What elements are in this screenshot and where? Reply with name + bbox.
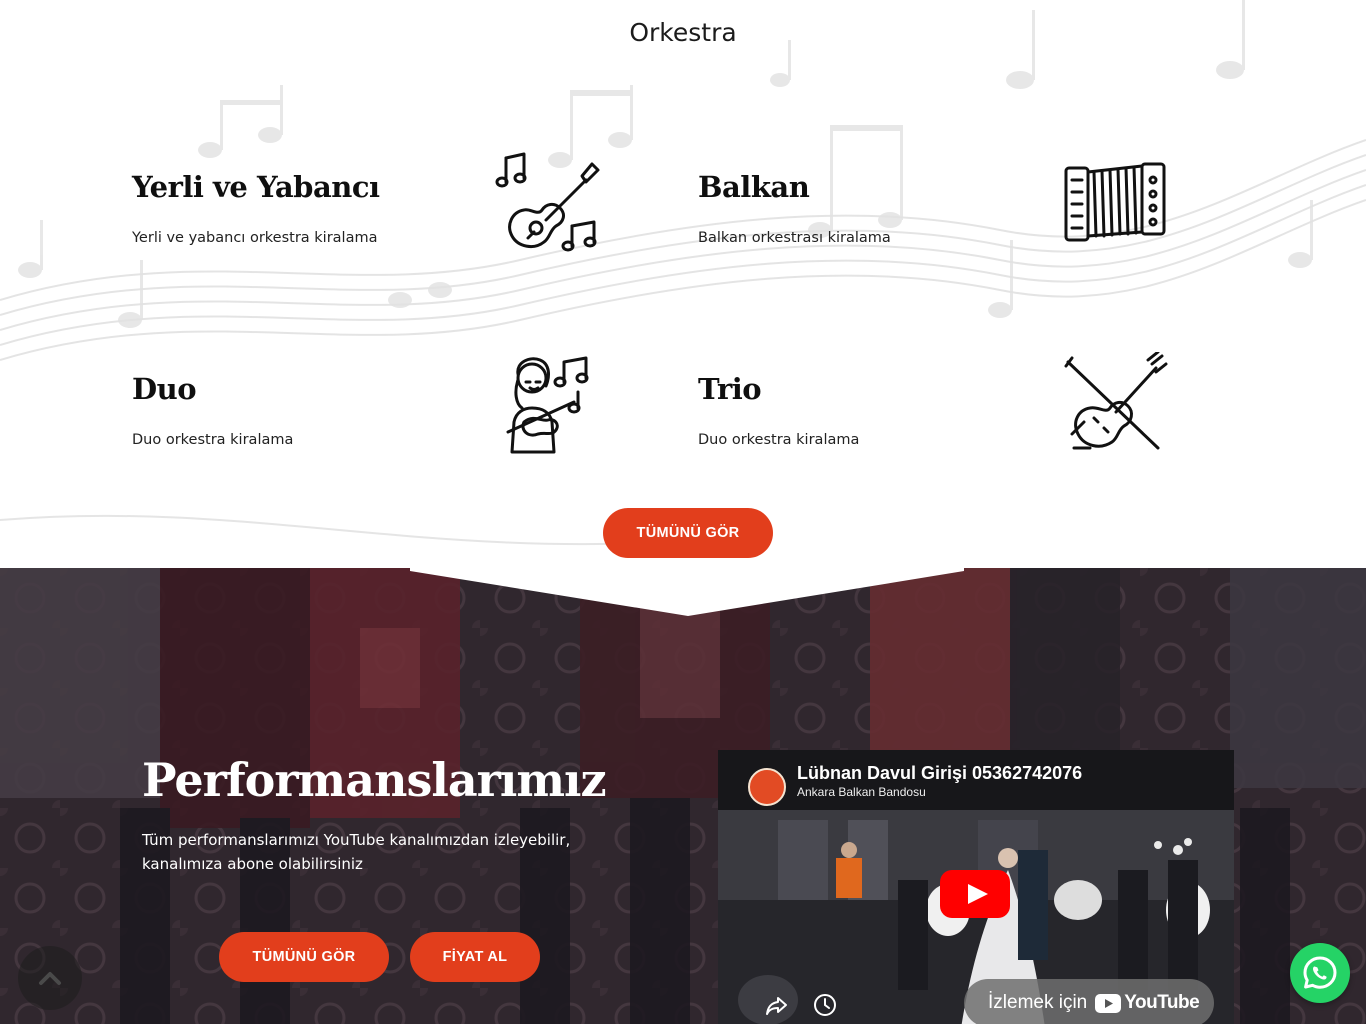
card-description: Balkan orkestrası kiralama	[698, 230, 891, 246]
youtube-logo-icon	[1095, 993, 1122, 1013]
performances-title: Performanslarımız	[142, 753, 607, 807]
violinist-icon	[494, 352, 604, 462]
violin-icon	[1060, 350, 1170, 462]
card-title: Yerli ve Yabancı	[132, 170, 380, 204]
channel-avatar[interactable]	[748, 768, 786, 806]
performances-section: Performanslarımız Tüm performanslarımızı…	[0, 568, 1366, 1024]
youtube-label: YouTube	[1124, 992, 1200, 1013]
clock-icon[interactable]	[812, 992, 838, 1018]
view-all-button[interactable]: TÜMÜNÜ GÖR	[603, 508, 773, 558]
card-description: Yerli ve yabancı orkestra kiralama	[132, 230, 378, 246]
whatsapp-button[interactable]	[1290, 943, 1350, 1003]
performances-description: Tüm performanslarımızı YouTube kanalımız…	[142, 831, 571, 873]
accordion-icon	[1060, 150, 1170, 260]
get-price-button[interactable]: FİYAT AL	[410, 932, 540, 982]
card-description: Duo orkestra kiralama	[132, 432, 294, 448]
channel-name[interactable]: Ankara Balkan Bandosu	[797, 785, 926, 799]
service-card-yerli[interactable]: Yerli ve Yabancı Yerli ve yabancı orkest…	[132, 152, 652, 310]
orchestra-section: Orkestra Yerli ve Yabancı Yerli ve yaban…	[0, 0, 1366, 568]
youtube-logo: YouTube	[1095, 992, 1200, 1014]
card-description: Duo orkestra kiralama	[698, 432, 860, 448]
view-all-performances-button[interactable]: TÜMÜNÜ GÖR	[219, 932, 389, 982]
video-title[interactable]: Lübnan Davul Girişi 05362742076	[797, 763, 1082, 784]
service-card-duo[interactable]: Duo Duo orkestra kiralama	[132, 356, 652, 512]
card-title: Duo	[132, 372, 197, 406]
play-button-icon[interactable]	[940, 870, 1010, 918]
chevron-up-icon	[39, 972, 61, 985]
service-card-balkan[interactable]: Balkan Balkan orkestrası kiralama	[698, 162, 1218, 310]
watch-on-youtube-button[interactable]: İzlemek için YouTube	[964, 979, 1214, 1024]
service-card-trio[interactable]: Trio Duo orkestra kiralama	[698, 350, 1218, 512]
youtube-video-embed[interactable]: Lübnan Davul Girişi 05362742076 Ankara B…	[718, 750, 1234, 1024]
watch-label: İzlemek için	[988, 992, 1088, 1013]
scroll-to-top-button[interactable]	[18, 946, 82, 1010]
guitar-icon	[494, 150, 604, 260]
card-title: Balkan	[698, 170, 810, 204]
section-title: Orkestra	[629, 18, 737, 47]
card-title: Trio	[698, 372, 762, 406]
share-icon[interactable]	[764, 992, 790, 1018]
whatsapp-icon	[1303, 956, 1337, 989]
